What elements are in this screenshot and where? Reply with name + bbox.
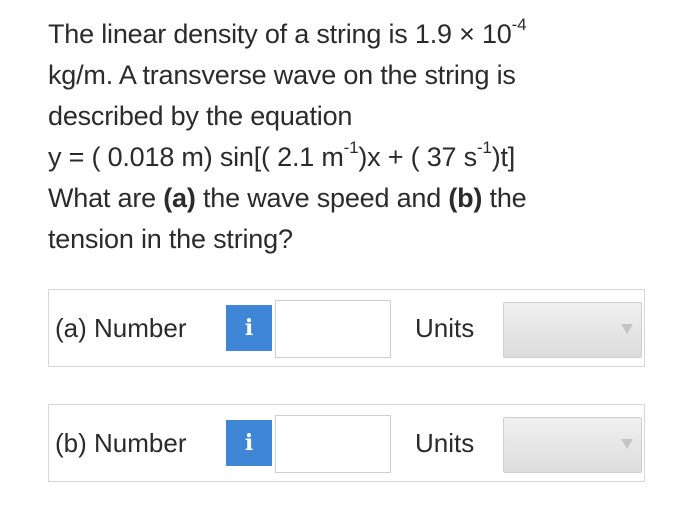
chevron-down-icon: [621, 439, 633, 449]
units-label-a: Units: [415, 313, 475, 343]
density-text: The linear density of a string is 1.9 × …: [48, 19, 512, 49]
question-line-2: kg/m. A transverse wave on the string is: [48, 60, 516, 90]
question-line-5: What are (a) the wave speed and (b) the: [48, 178, 668, 219]
answer-label-a: (a) Number: [55, 313, 187, 343]
answer-label-b: (b) Number: [55, 428, 187, 458]
answer-row-a: (a) Number i Units: [48, 289, 645, 367]
number-input-a[interactable]: [275, 300, 391, 358]
info-icon[interactable]: i: [226, 305, 272, 351]
question-middle: the wave speed and: [195, 183, 449, 213]
info-icon[interactable]: i: [226, 420, 272, 466]
wave-equation: y = ( 0.018 m) sin[( 2.1 m-1)x + ( 37 s-…: [48, 137, 668, 178]
question-prefix: What are: [48, 183, 164, 213]
part-b-marker: (b): [448, 183, 483, 213]
equation-part-1: y = ( 0.018 m) sin[( 2.1 m: [48, 142, 344, 172]
question-text: The linear density of a string is 1.9 × …: [48, 14, 668, 260]
equation-exponent-1: -1: [343, 138, 359, 157]
equation-part-3: )t]: [491, 142, 516, 172]
part-a-marker: (a): [163, 183, 196, 213]
question-suffix: the: [482, 183, 527, 213]
units-select-a[interactable]: [503, 302, 642, 358]
question-line-6: tension in the string?: [48, 224, 293, 254]
equation-part-2: )x + ( 37 s: [358, 142, 477, 172]
question-line-1: The linear density of a string is 1.9 × …: [48, 14, 668, 55]
chevron-down-icon: [621, 324, 633, 334]
density-exponent: -4: [511, 15, 527, 34]
question-line-3: described by the equation: [48, 101, 353, 131]
answer-row-b: (b) Number i Units: [48, 404, 645, 482]
units-label-b: Units: [415, 428, 475, 458]
units-select-b[interactable]: [503, 417, 642, 473]
number-input-b[interactable]: [275, 415, 391, 473]
equation-exponent-2: -1: [476, 138, 492, 157]
